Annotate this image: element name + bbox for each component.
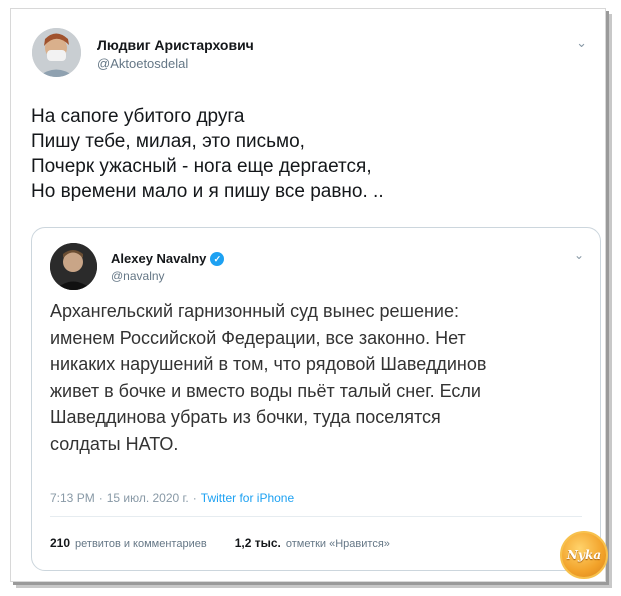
author-avatar[interactable] xyxy=(32,28,81,77)
tweet-line: На сапоге убитого друга xyxy=(31,106,245,127)
tweet-meta: 7:13 PM · 15 июл. 2020 г. · Twitter for … xyxy=(50,491,294,505)
tweet-source-link[interactable]: Twitter for iPhone xyxy=(201,491,294,505)
retweets-label[interactable]: ретвитов и комментариев xyxy=(75,538,207,550)
divider xyxy=(50,516,582,517)
tweet-line: Почерк ужасный - нога еще дергается, xyxy=(31,156,372,177)
tweet-line: Но времени мало и я пишу все равно. .. xyxy=(31,181,384,202)
quoted-author-avatar[interactable] xyxy=(50,243,97,290)
likes-count[interactable]: 1,2 тыс. xyxy=(235,536,281,550)
quoted-author-handle[interactable]: @navalny xyxy=(111,269,165,283)
chevron-down-icon[interactable]: ⌄ xyxy=(574,248,584,262)
quoted-line: солдаты НАТО. xyxy=(50,433,179,454)
tweet-line: Пишу тебе, милая, это письмо, xyxy=(31,131,305,152)
retweets-count[interactable]: 210 xyxy=(50,536,70,550)
tweet-stats: 210 ретвитов и комментариев 1,2 тыс. отм… xyxy=(50,536,390,550)
author-photo xyxy=(32,28,81,77)
quoted-author-photo xyxy=(50,243,97,290)
quoted-line: Шаведдинова убрать из бочки, туда поселя… xyxy=(50,407,441,427)
quoted-line: именем Российской Федерации, все законно… xyxy=(50,327,466,348)
quoted-author-name[interactable]: Alexey Navalny xyxy=(111,251,206,266)
quoted-tweet-text: Архангельский гарнизонный суд вынес реше… xyxy=(50,298,580,457)
meta-separator: · xyxy=(98,491,103,505)
tweet-date[interactable]: 15 июл. 2020 г. xyxy=(107,491,189,505)
quoted-line: Архангельский гарнизонный суд вынес реше… xyxy=(50,301,459,321)
quoted-tweet[interactable]: Alexey Navalny ✓ @navalny ⌄ Архангельски… xyxy=(31,227,601,571)
tweet-card: Людвиг Аристархович @Aktoetosdelal ⌄ На … xyxy=(10,8,606,582)
tweet-text: На сапоге убитого друга Пишу тебе, милая… xyxy=(31,104,591,204)
quoted-line: живет в бочке и вместо воды пьёт талый с… xyxy=(50,380,481,401)
author-name[interactable]: Людвиг Аристархович xyxy=(97,37,254,53)
watermark-logo: Nуka xyxy=(560,531,608,579)
author-handle[interactable]: @Aktoetosdelal xyxy=(97,56,188,71)
chevron-down-icon[interactable]: ⌄ xyxy=(576,35,587,51)
quoted-line: никаких нарушений в том, что рядовой Шав… xyxy=(50,354,487,374)
quoted-author-name-row: Alexey Navalny ✓ xyxy=(111,251,225,266)
verified-badge-icon: ✓ xyxy=(210,251,225,266)
meta-separator: · xyxy=(192,491,197,505)
likes-label[interactable]: отметки «Нравится» xyxy=(286,538,390,550)
tweet-time[interactable]: 7:13 PM xyxy=(50,491,95,505)
